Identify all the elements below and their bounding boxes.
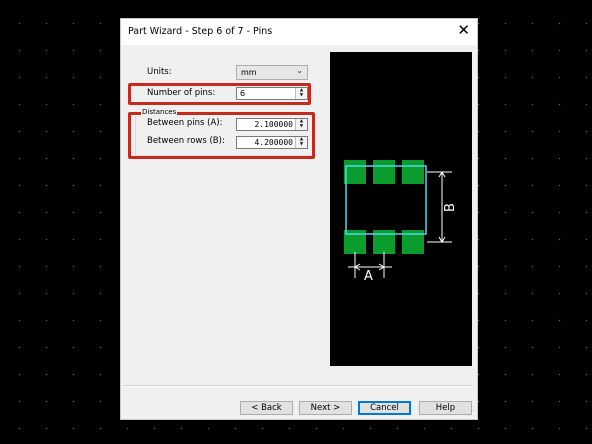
units-label: Units: [147,67,172,77]
between-pins-spinbox[interactable]: 2.100000 ▲ ▼ [236,118,308,131]
footprint-preview: B A [330,52,472,366]
units-value: mm [241,68,257,77]
footprint-drawing: B A [344,160,458,284]
pad-top-2 [373,160,395,184]
spin-down-icon[interactable]: ▼ [296,142,307,147]
between-rows-spinbox[interactable]: 4.200000 ▲ ▼ [236,136,308,149]
window-title: Part Wizard - Step 6 of 7 - Pins [128,26,273,37]
dim-b-label: B [443,203,458,212]
part-wizard-dialog: Part Wizard - Step 6 of 7 - Pins ✕ Units… [120,18,478,420]
pins-value: 6 [240,89,246,98]
between-rows-value: 4.200000 [254,138,293,147]
back-button[interactable]: < Back [240,401,293,415]
resize-grip-icon[interactable]: ⋰ [468,410,475,417]
pins-spinbox[interactable]: 6 ▲ ▼ [236,87,308,100]
chevron-down-icon[interactable]: ⌄ [296,66,303,75]
next-button[interactable]: Next > [299,401,352,415]
pins-label: Number of pins: [147,88,216,98]
pad-top-1 [344,160,366,184]
between-rows-label: Between rows (B): [147,136,225,146]
units-select[interactable]: mm ⌄ [236,65,308,80]
between-pins-value: 2.100000 [254,120,293,129]
spin-down-icon[interactable]: ▼ [296,124,307,129]
spin-down-icon[interactable]: ▼ [296,93,307,98]
between-pins-label: Between pins (A): [147,118,223,128]
title-bar: Part Wizard - Step 6 of 7 - Pins ✕ [121,19,477,45]
footer-separator [123,385,473,387]
dim-a-label: A [364,269,373,284]
help-button[interactable]: Help [419,401,472,415]
cancel-button[interactable]: Cancel [358,401,411,415]
close-icon[interactable]: ✕ [457,23,470,38]
distances-group-label: Distances [141,108,178,116]
pad-top-3 [402,160,424,184]
